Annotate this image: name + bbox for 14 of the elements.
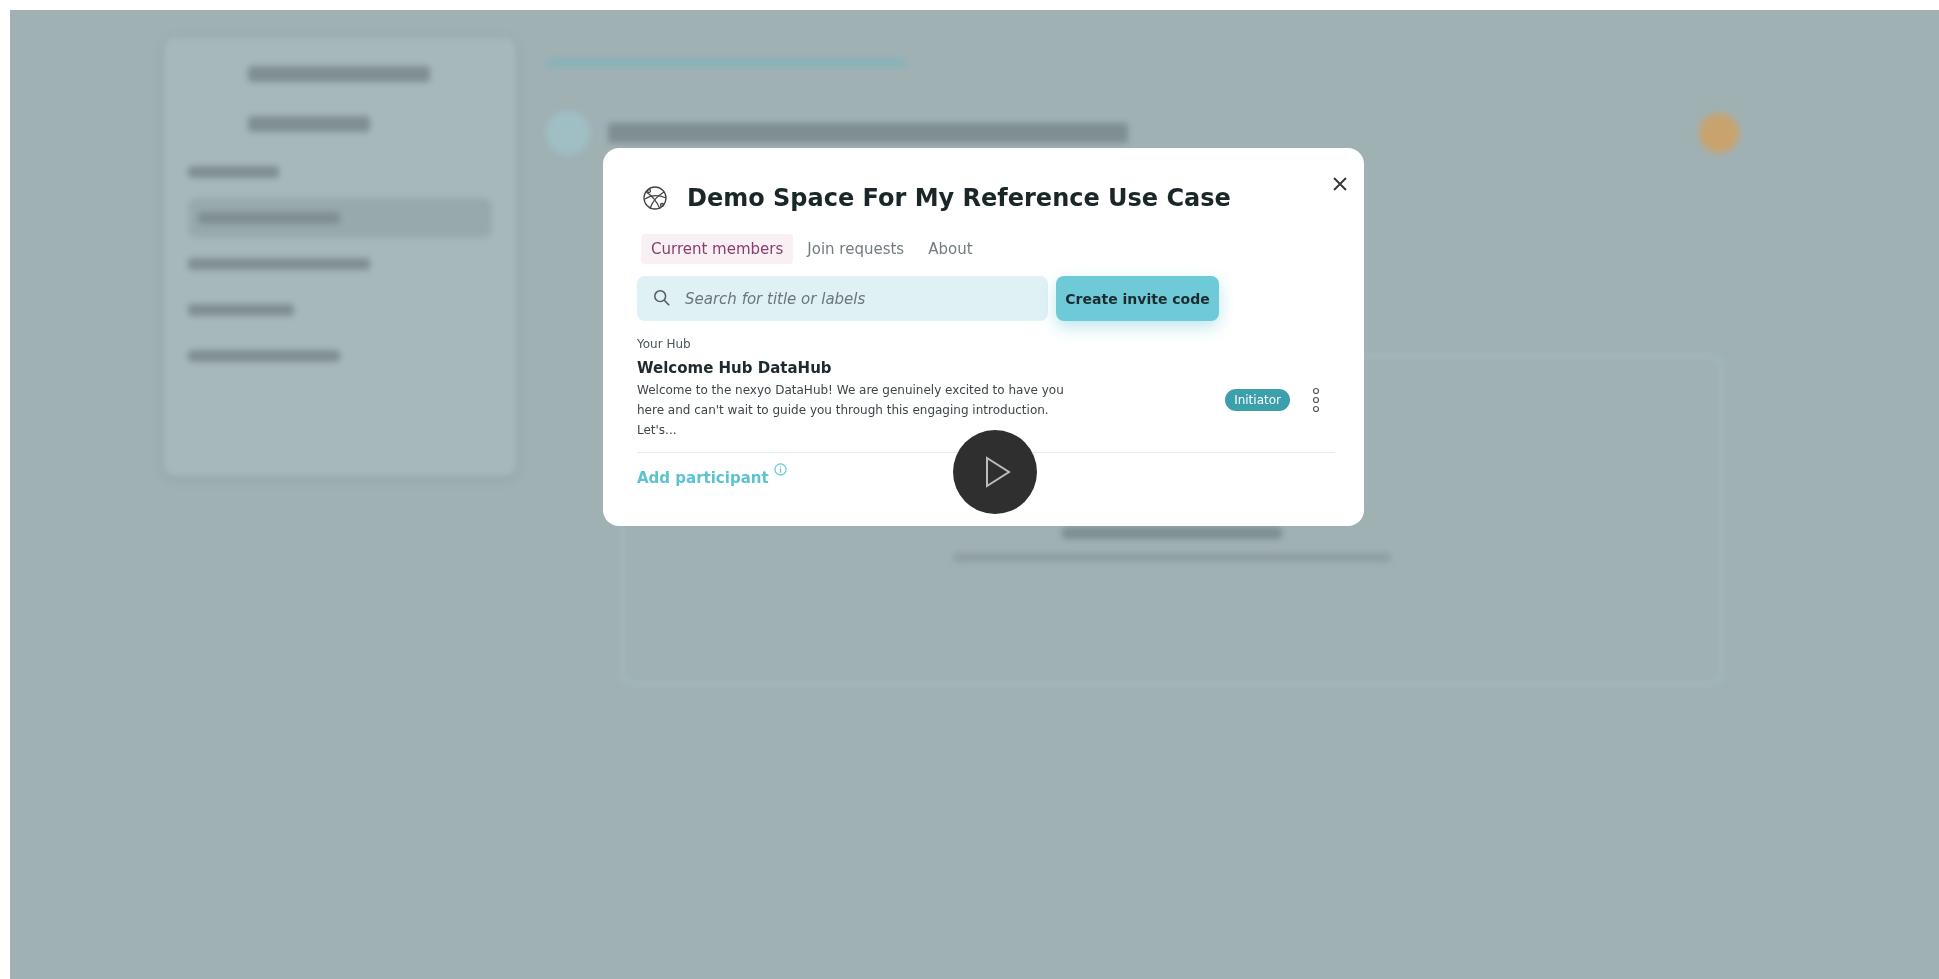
role-badge: Initiator	[1225, 388, 1290, 411]
more-options-icon[interactable]	[1312, 386, 1320, 413]
tab[interactable]: Current members	[641, 234, 794, 264]
section-label: Your Hub	[637, 337, 692, 351]
create-invite-button[interactable]: Create invite code	[1056, 276, 1219, 321]
tab[interactable]: About	[918, 234, 983, 264]
tab[interactable]: Join requests	[797, 234, 915, 264]
info-icon	[773, 463, 787, 476]
globe-icon	[641, 184, 669, 212]
member-name: Welcome Hub DataHub	[637, 359, 833, 377]
close-icon[interactable]	[1332, 176, 1348, 192]
member-description: Welcome to the nexyo DataHub! We are genuinely excited to have you here and can't wait to guide you through this engaging introduction. Let's...	[637, 382, 1065, 439]
dialog-title: Demo Space For My Reference Use Case	[687, 184, 1231, 212]
search-field[interactable]: Search for title or labels	[637, 276, 1048, 321]
